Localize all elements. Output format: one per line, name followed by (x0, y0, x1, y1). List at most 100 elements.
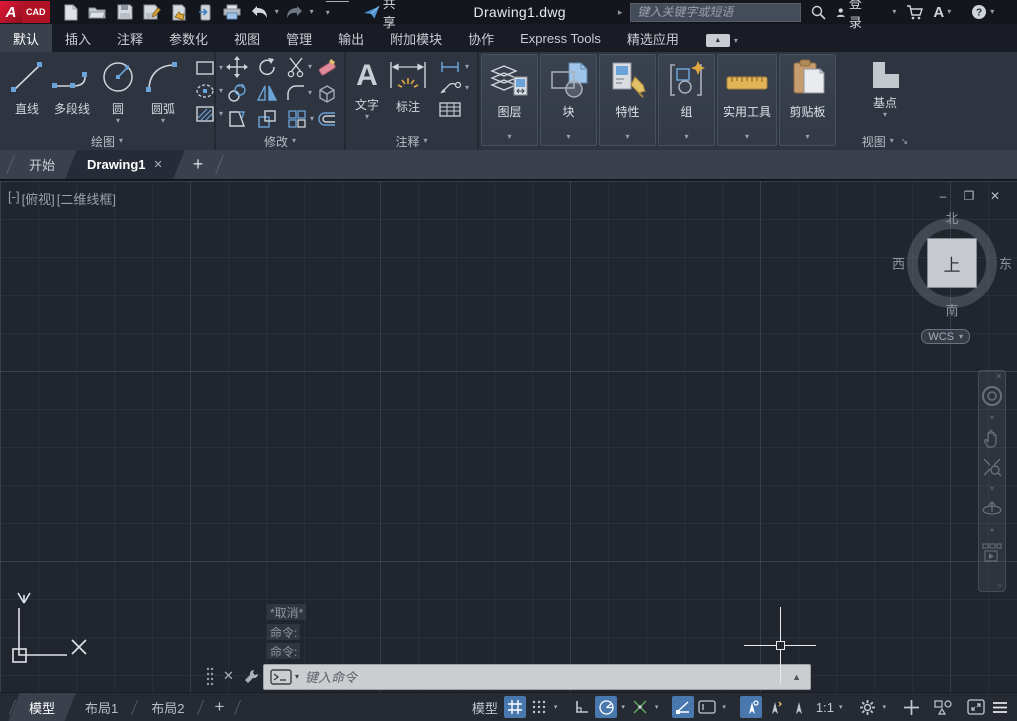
base-point-button[interactable]: 基点 ▾ (864, 56, 906, 121)
drawing1-tab-close-icon[interactable]: ✕ (154, 158, 163, 171)
navigation-bar[interactable]: ✕ ▾ ▾ ▾ ○ (978, 370, 1006, 592)
annotation-autoscale-toggle[interactable] (764, 696, 786, 718)
annotation-visibility-toggle[interactable] (740, 696, 762, 718)
dynamic-input-dropdown[interactable]: ▾ (720, 703, 728, 711)
viewcube-west[interactable]: 西 (892, 254, 905, 273)
explode-button[interactable] (314, 80, 344, 106)
utilities-panel-dropdown[interactable]: ▾ (745, 133, 749, 141)
ribbon-tab-addins[interactable]: 附加模块 (377, 24, 455, 52)
app-menu-button[interactable]: A CAD (0, 0, 50, 24)
table-button[interactable] (436, 100, 471, 119)
ribbon-tab-express[interactable]: Express Tools (507, 24, 614, 52)
command-options-dropdown[interactable]: ▾ (295, 673, 299, 681)
circle-dropdown[interactable]: ▾ (116, 117, 120, 125)
drawing-close-button[interactable]: ✕ (987, 189, 1003, 203)
viewport-visual-style-control[interactable]: [二维线框] (57, 189, 116, 208)
file-tab-drawing1[interactable]: Drawing1 ✕ (71, 150, 179, 179)
arc-button[interactable]: 圆弧 ▾ (140, 56, 186, 127)
sign-in-dropdown[interactable]: ▾ (892, 8, 896, 16)
dimension-button[interactable]: 标注 (384, 56, 432, 117)
isolate-objects-button[interactable] (932, 696, 955, 718)
offset-button[interactable] (314, 106, 344, 132)
command-input[interactable] (305, 670, 789, 685)
file-tab-start[interactable]: 开始 (13, 150, 71, 179)
otrack-dropdown[interactable]: ▾ (653, 703, 661, 711)
undo-button[interactable] (248, 1, 271, 23)
navigation-wheel-icon[interactable] (981, 385, 1003, 407)
viewcube-top-face[interactable]: 上 (927, 238, 977, 288)
ribbon-tab-output[interactable]: 输出 (325, 24, 377, 52)
mirror-button[interactable] (254, 80, 284, 106)
viewport-view-control[interactable]: [俯视] (22, 189, 55, 208)
ribbon-tab-parametric[interactable]: 参数化 (156, 24, 221, 52)
annotation-scale-value[interactable]: 1:1 ▾ (812, 696, 849, 718)
leader-button[interactable]: ▾ (436, 79, 471, 97)
block-panel-button[interactable]: 块 ▾ (540, 54, 597, 146)
new-drawing-tab-button[interactable]: + (179, 150, 218, 179)
groups-panel-button[interactable]: 组 ▾ (658, 54, 715, 146)
command-drag-handle[interactable] (206, 667, 214, 685)
help-button[interactable]: ? ▾ (971, 4, 994, 20)
save-as-button[interactable] (140, 1, 163, 23)
polyline-button[interactable]: 多段线 (48, 56, 96, 119)
command-close-icon[interactable]: ✕ (223, 668, 234, 684)
erase-button[interactable] (314, 54, 344, 80)
new-file-button[interactable] (60, 1, 83, 23)
model-tab[interactable]: 模型 (14, 693, 70, 721)
ribbon-tab-collaborate[interactable]: 协作 (455, 24, 507, 52)
groups-panel-dropdown[interactable]: ▾ (684, 133, 688, 141)
zoom-dropdown[interactable]: ▾ (990, 485, 994, 493)
title-caret-icon[interactable]: ▸ (618, 7, 623, 18)
autodesk-apps-button[interactable]: A ▾ (933, 4, 951, 21)
ribbon-tab-manage[interactable]: 管理 (273, 24, 325, 52)
save-button[interactable] (113, 1, 136, 23)
model-space-toggle[interactable]: 模型 (472, 698, 498, 717)
object-snap-toggle[interactable] (672, 696, 694, 718)
command-prompt-icon[interactable] (270, 669, 292, 685)
stretch-button[interactable] (224, 106, 254, 132)
clipboard-panel-dropdown[interactable]: ▾ (805, 133, 809, 141)
ribbon-tab-annotate[interactable]: 注释 (104, 24, 156, 52)
minimize-button[interactable]: – (1008, 0, 1017, 24)
object-snap-tracking-toggle[interactable] (629, 696, 651, 718)
viewport-menu-control[interactable]: [-] (8, 189, 20, 208)
clean-screen-button[interactable] (965, 696, 987, 718)
text-dropdown[interactable]: ▾ (365, 113, 369, 121)
viewcube-north[interactable]: 北 (945, 208, 958, 227)
move-button[interactable] (224, 54, 254, 80)
properties-panel-button[interactable]: 特性 ▾ (599, 54, 656, 146)
arc-dropdown[interactable]: ▾ (161, 117, 165, 125)
annotation-scale-button[interactable] (788, 696, 810, 718)
linear-dim-dropdown[interactable]: ▾ (465, 63, 469, 71)
leader-dropdown[interactable]: ▾ (465, 84, 469, 92)
copy-button[interactable] (224, 80, 254, 106)
ribbon-tab-view[interactable]: 视图 (221, 24, 273, 52)
drawing-minimize-button[interactable]: – (935, 189, 951, 203)
navwheel-dropdown[interactable]: ▾ (990, 414, 994, 422)
viewcube[interactable]: 北 南 西 东 上 (904, 215, 1000, 311)
redo-button[interactable] (283, 1, 306, 23)
snap-dropdown[interactable]: ▾ (552, 703, 560, 711)
search-input[interactable] (630, 3, 801, 22)
block-panel-dropdown[interactable]: ▾ (566, 133, 570, 141)
show-motion-icon[interactable] (981, 542, 1003, 564)
rotate-button[interactable] (254, 54, 284, 80)
polar-dropdown[interactable]: ▾ (619, 703, 627, 711)
mobile-upload-button[interactable] (194, 1, 217, 23)
panel-modify-label[interactable]: 修改 ▾ (216, 132, 344, 150)
orbit-icon[interactable] (981, 500, 1003, 520)
text-button[interactable]: A 文字 ▾ (354, 56, 380, 123)
command-tools-wrench-icon[interactable] (243, 668, 260, 685)
layout1-tab[interactable]: 布局1 (70, 693, 133, 721)
workspace-dropdown[interactable]: ▾ (880, 703, 888, 711)
polar-tracking-toggle[interactable] (595, 696, 617, 718)
orbit-dropdown[interactable]: ▾ (990, 527, 994, 535)
circle-button[interactable]: 圆 ▾ (96, 56, 140, 127)
pan-hand-icon[interactable] (982, 429, 1002, 449)
viewcube-south[interactable]: 南 (945, 300, 958, 319)
panel-annotation-label[interactable]: 注释 ▾ (346, 132, 477, 150)
new-layout-button[interactable]: + (202, 693, 236, 721)
linear-dim-button[interactable]: ▾ (436, 58, 471, 76)
customize-button[interactable] (989, 696, 1011, 718)
layers-panel-dropdown[interactable]: ▾ (507, 133, 511, 141)
